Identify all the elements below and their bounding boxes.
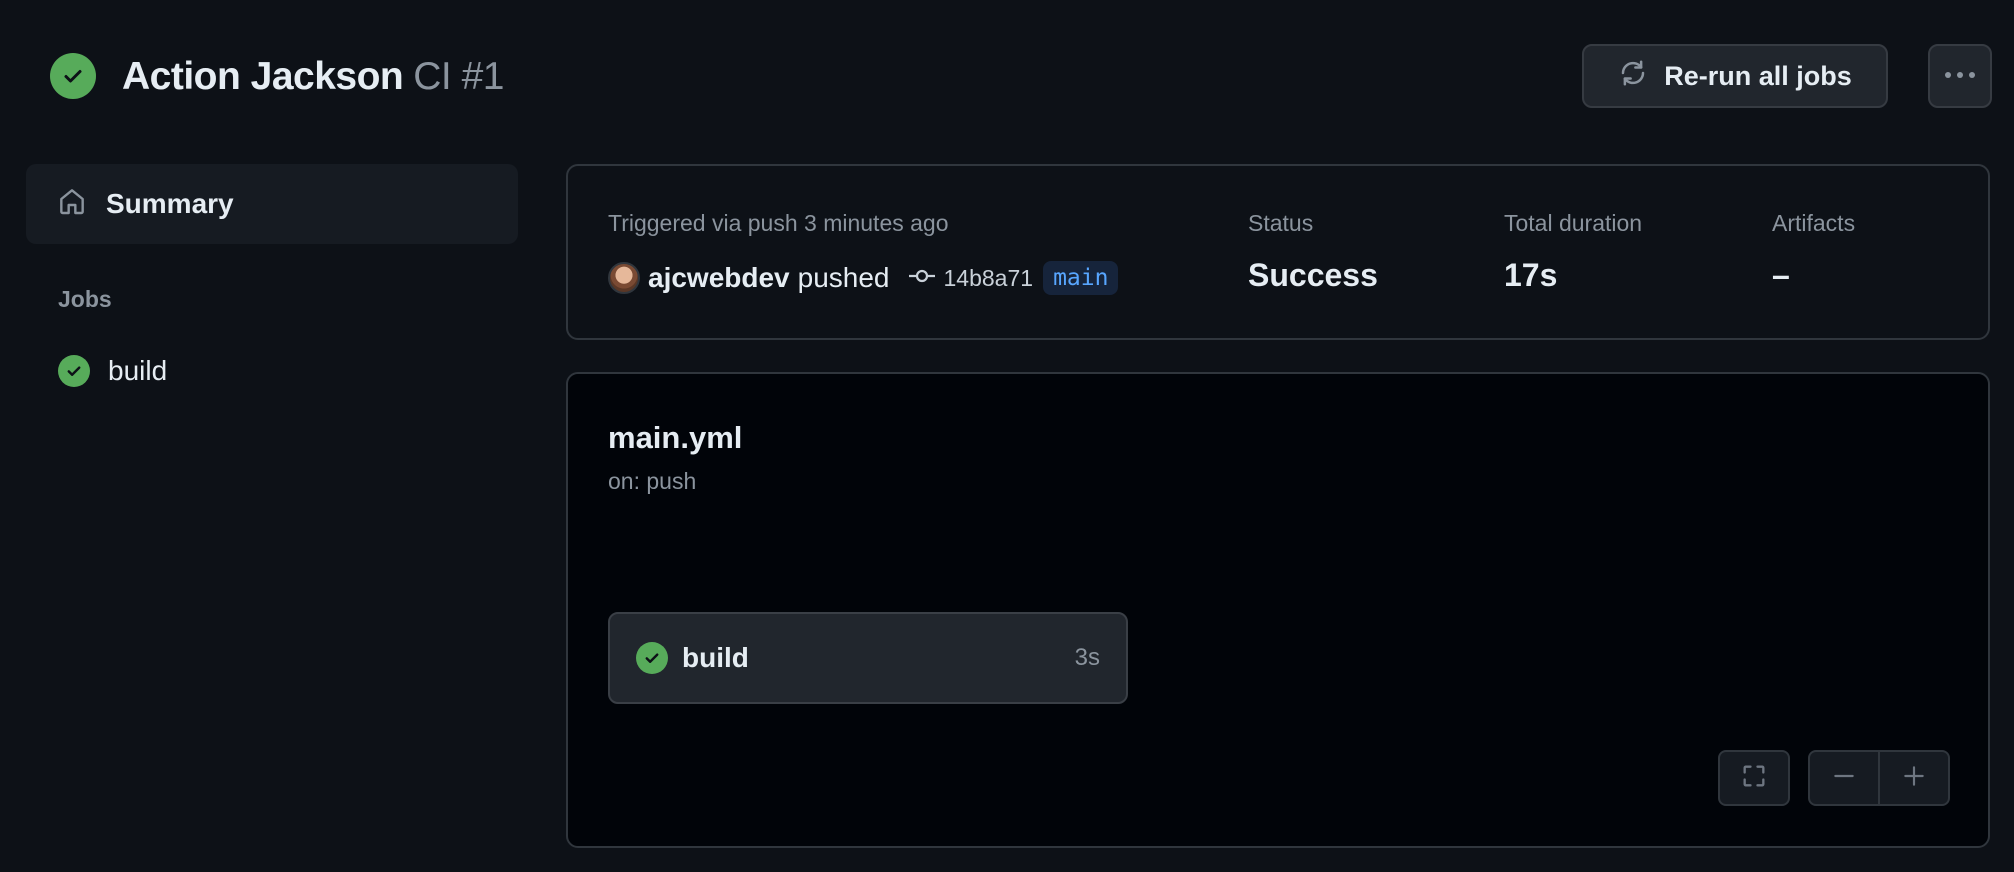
run-label: CI #1 [413, 55, 504, 98]
sync-icon [1618, 58, 1648, 95]
status-label: Status [1248, 210, 1314, 236]
duration-label: Total duration [1504, 210, 1643, 236]
fit-to-screen-button[interactable] [1718, 750, 1790, 806]
run-header: Action Jackson CI #1 Re-run all jobs [50, 44, 1992, 108]
zoom-controls [1808, 750, 1950, 806]
git-commit-icon [908, 266, 936, 291]
workflow-name: Action Jackson [122, 55, 404, 98]
minus-icon [1831, 763, 1857, 794]
artifacts-stat: Artifacts – [1772, 210, 1855, 294]
page-title: Action Jackson CI #1 [122, 52, 504, 102]
kebab-horizontal-icon [1943, 67, 1977, 85]
workflow-file-name[interactable]: main.yml [608, 420, 742, 456]
actor-link[interactable]: ajcwebdev [648, 262, 790, 294]
artifacts-label: Artifacts [1772, 210, 1856, 236]
sidebar-item-build[interactable]: build [26, 355, 518, 387]
run-summary-card: Triggered via push 3 minutes ago ajcwebd… [566, 164, 1990, 340]
duration-stat: Total duration 17s [1504, 210, 1642, 294]
branch-badge[interactable]: main [1043, 261, 1119, 295]
job-node-name: build [682, 642, 749, 673]
status-stat: Status Success [1248, 210, 1378, 294]
sidebar-item-label: Summary [106, 188, 234, 219]
check-circle-icon [50, 53, 96, 99]
actor-action: pushed [797, 262, 890, 293]
sidebar-item-label: build [108, 355, 168, 386]
job-node-build[interactable]: build 3s [608, 612, 1128, 704]
jobs-heading: Jobs [58, 286, 112, 312]
avatar[interactable] [608, 262, 640, 294]
job-node-duration: 3s [1074, 644, 1100, 671]
check-circle-icon [636, 642, 668, 674]
sidebar: Summary Jobs build [26, 164, 518, 387]
trigger-text: Triggered via push 3 minutes ago [608, 210, 949, 236]
check-circle-icon [58, 355, 90, 387]
rerun-button-label: Re-run all jobs [1664, 60, 1852, 91]
status-value: Success [1248, 257, 1378, 293]
workflow-trigger: on: push [608, 468, 697, 494]
screen-full-icon [1740, 762, 1768, 795]
rerun-all-jobs-button[interactable]: Re-run all jobs [1582, 44, 1888, 108]
workflow-graph: main.yml on: push build 3s [566, 372, 1990, 848]
commit-sha-link[interactable]: 14b8a71 [944, 265, 1034, 292]
zoom-out-button[interactable] [1810, 752, 1878, 804]
artifacts-value: – [1772, 257, 1790, 293]
actor-row: ajcwebdev pushed 14b8a71 main [608, 258, 1119, 298]
plus-icon [1901, 763, 1927, 794]
duration-value: 17s [1504, 257, 1558, 293]
more-options-button[interactable] [1928, 44, 1992, 108]
home-icon [56, 185, 88, 224]
sidebar-item-summary[interactable]: Summary [26, 164, 518, 244]
zoom-in-button[interactable] [1880, 752, 1948, 804]
